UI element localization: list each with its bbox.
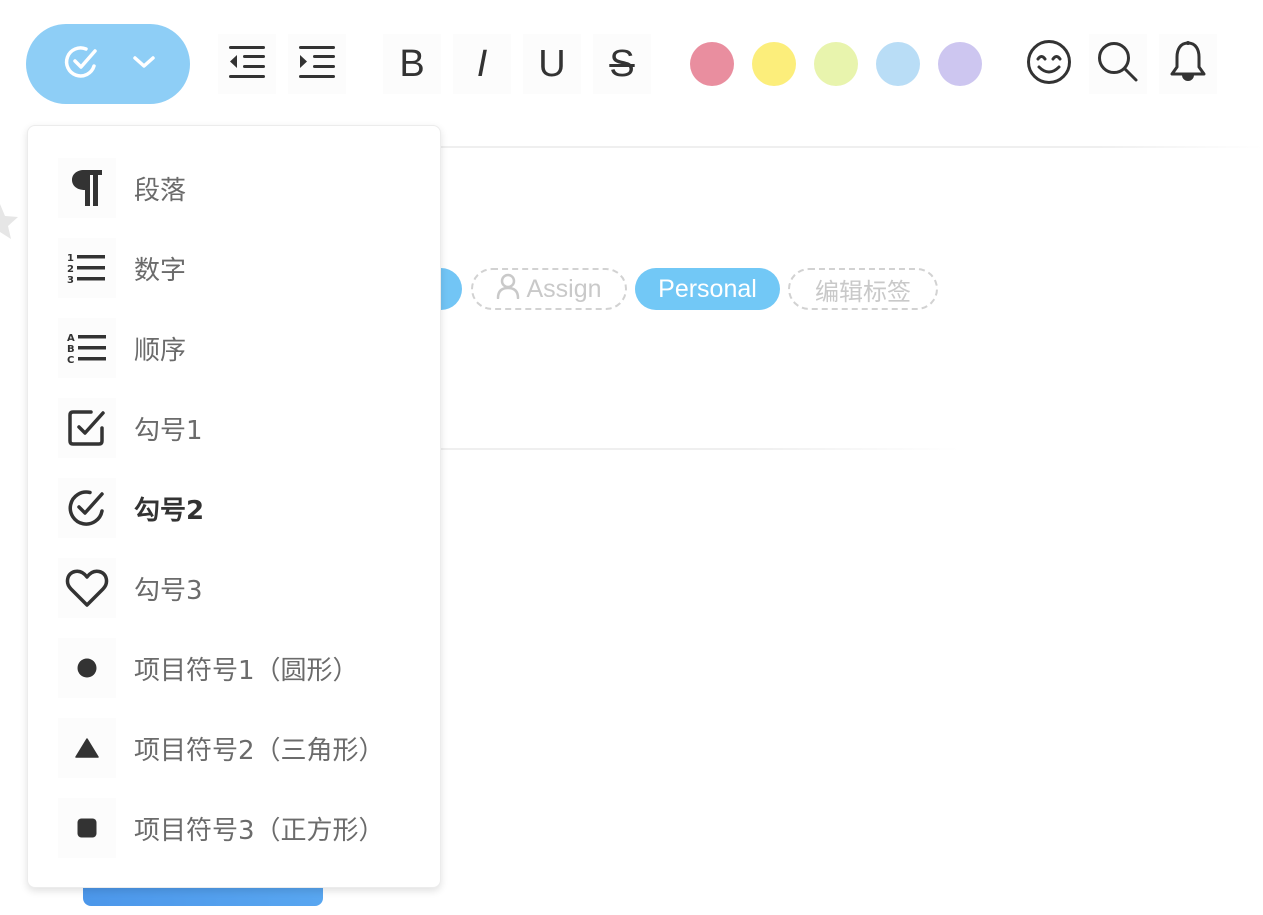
menu-item-check-circle[interactable]: 勾号2 — [58, 478, 428, 538]
color-swatch-red[interactable] — [690, 42, 734, 86]
emoji-icon — [1026, 39, 1072, 90]
circle-bullet-icon — [58, 638, 116, 698]
alpha-list-icon: A B C — [58, 318, 116, 378]
editor-toolbar: B I U S — [0, 0, 1263, 130]
content-divider — [440, 448, 960, 450]
star-icon[interactable] — [0, 200, 22, 244]
bold-label: B — [399, 43, 425, 85]
outdent-icon — [227, 42, 267, 87]
list-type-dropdown-menu: 段落 1 2 3 数字 A B C 顺序 勾号1 勾号2 勾号3 项目符号1（圆… — [27, 125, 441, 888]
svg-text:1: 1 — [67, 253, 74, 264]
menu-item-label: 段落 — [134, 175, 187, 206]
assign-tag-button[interactable]: Assign — [471, 268, 627, 310]
underline-label: U — [538, 43, 566, 85]
search-icon — [1096, 40, 1140, 89]
color-swatch-yellow[interactable] — [752, 42, 796, 86]
outdent-button[interactable] — [218, 34, 276, 94]
color-swatch-purple[interactable] — [938, 42, 982, 86]
svg-text:C: C — [67, 355, 74, 365]
strikethrough-label: S — [609, 43, 635, 85]
edit-tags-label: 编辑标签 — [815, 277, 911, 306]
square-bullet-icon — [58, 798, 116, 858]
menu-item-bullet-circle[interactable]: 项目符号1（圆形） — [58, 638, 428, 698]
checkbox-icon — [58, 398, 116, 458]
list-type-dropdown-button[interactable] — [26, 24, 190, 104]
personal-tag[interactable]: Personal — [635, 268, 780, 310]
menu-item-label: 项目符号2（三角形） — [134, 735, 385, 766]
menu-item-label: 勾号1 — [134, 415, 203, 446]
paragraph-icon — [58, 158, 116, 218]
emoji-button[interactable] — [1020, 34, 1078, 94]
heart-icon — [58, 558, 116, 618]
menu-item-label: 项目符号3（正方形） — [134, 815, 385, 846]
color-swatch-lime[interactable] — [814, 42, 858, 86]
menu-item-label: 数字 — [134, 255, 187, 286]
personal-tag-label: Personal — [658, 274, 757, 303]
strikethrough-button[interactable]: S — [593, 34, 651, 94]
menu-item-label: 勾号3 — [134, 575, 203, 606]
search-button[interactable] — [1089, 34, 1147, 94]
menu-item-bullet-triangle[interactable]: 项目符号2（三角形） — [58, 718, 428, 778]
menu-item-ordered[interactable]: A B C 顺序 — [58, 318, 428, 378]
menu-item-label: 项目符号1（圆形） — [134, 655, 359, 686]
menu-item-heart[interactable]: 勾号3 — [58, 558, 428, 618]
bold-button[interactable]: B — [383, 34, 441, 94]
italic-label: I — [476, 43, 488, 85]
user-icon — [496, 273, 520, 306]
edit-tags-button[interactable]: 编辑标签 — [788, 268, 938, 310]
triangle-bullet-icon — [58, 718, 116, 778]
color-swatch-blue[interactable] — [876, 42, 920, 86]
svg-text:2: 2 — [67, 264, 74, 275]
notifications-button[interactable] — [1159, 34, 1217, 94]
chevron-down-icon — [132, 54, 156, 75]
italic-button[interactable]: I — [453, 34, 511, 94]
underline-button[interactable]: U — [523, 34, 581, 94]
menu-item-label: 顺序 — [134, 335, 187, 366]
svg-text:A: A — [67, 333, 75, 344]
assign-label: Assign — [526, 274, 602, 303]
tag-partial[interactable] — [440, 268, 462, 310]
indent-icon — [297, 42, 337, 87]
toolbar-divider — [440, 146, 1263, 148]
svg-text:B: B — [67, 344, 75, 355]
check-circle-icon — [60, 40, 104, 89]
menu-item-bullet-square[interactable]: 项目符号3（正方形） — [58, 798, 428, 858]
menu-item-label: 勾号2 — [134, 495, 205, 526]
menu-item-checkbox[interactable]: 勾号1 — [58, 398, 428, 458]
menu-item-paragraph[interactable]: 段落 — [58, 158, 428, 218]
menu-item-numbered[interactable]: 1 2 3 数字 — [58, 238, 428, 298]
numbered-list-icon: 1 2 3 — [58, 238, 116, 298]
check-circle-icon — [58, 478, 116, 538]
svg-text:3: 3 — [67, 275, 74, 285]
indent-button[interactable] — [288, 34, 346, 94]
bell-icon — [1168, 39, 1208, 90]
